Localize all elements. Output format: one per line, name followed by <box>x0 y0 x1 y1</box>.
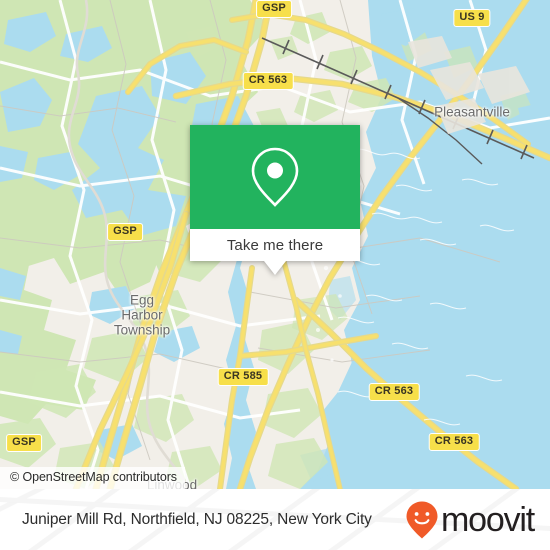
moovit-smiley-pin-icon <box>406 501 438 538</box>
footer-bar: Juniper Mill Rd, Northfield, NJ 08225, N… <box>0 489 550 550</box>
place-label: Egg Harbor Township <box>113 292 171 338</box>
road-shield: CR 563 <box>242 72 294 90</box>
road-shield: CR 563 <box>428 433 480 451</box>
road-shield: CR 585 <box>217 368 269 386</box>
popup-pointer <box>264 261 286 275</box>
place-label: Pleasantville <box>434 104 510 120</box>
road-shield: GSP <box>6 434 42 452</box>
destination-popup-card[interactable]: Take me there <box>190 125 360 275</box>
moovit-wordmark: moovit <box>441 500 535 539</box>
take-me-there-label: Take me there <box>226 236 324 254</box>
osm-attribution[interactable]: © OpenStreetMap contributors <box>0 467 185 489</box>
map-canvas[interactable]: GSP US 9 CR 563 GSP CR 585 CR 563 CR 563 GSP Pl… <box>0 0 550 489</box>
road-shield: GSP <box>107 223 143 241</box>
map-pin-icon <box>251 147 299 207</box>
take-me-there-button[interactable]: Take me there <box>190 229 360 261</box>
road-shield: US 9 <box>453 9 491 27</box>
map-screenshot: GSP US 9 CR 563 GSP CR 585 CR 563 CR 563 GSP Pl… <box>0 0 550 550</box>
address-text: Juniper Mill Rd, Northfield, NJ 08225, N… <box>22 510 372 528</box>
road-shield: CR 563 <box>368 383 420 401</box>
popup-header <box>190 125 360 229</box>
moovit-logo[interactable]: moovit <box>405 500 535 540</box>
road-shield: GSP <box>256 0 292 18</box>
